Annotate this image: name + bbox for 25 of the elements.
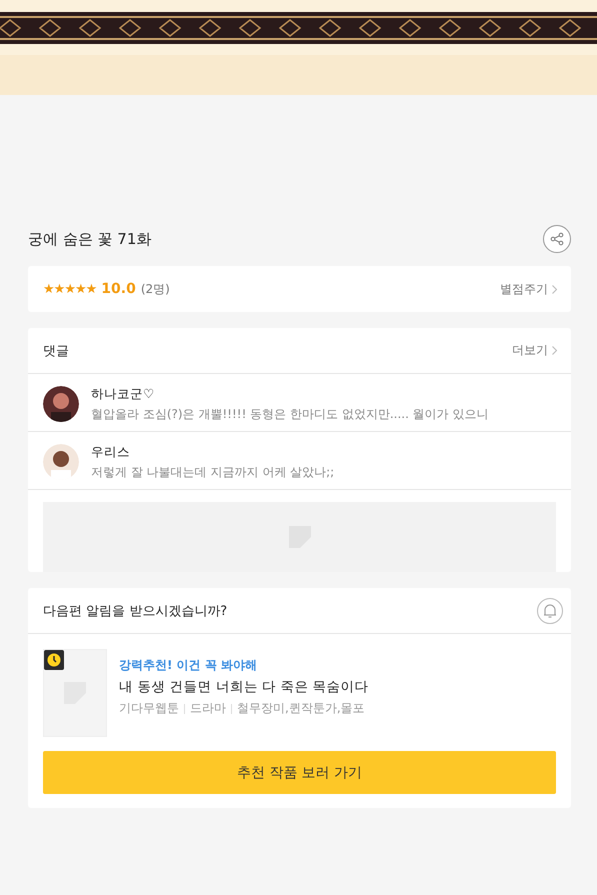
share-button[interactable] (543, 225, 571, 253)
more-link[interactable]: 더보기 (512, 342, 557, 359)
comment-text: 저렇게 잘 나불대는데 지금까지 어케 살았나;; (91, 464, 334, 481)
comment-author: 우리스 (91, 444, 131, 461)
bell-icon (542, 602, 558, 618)
share-icon (550, 232, 564, 246)
clock-icon (44, 650, 64, 670)
chevron-icon (552, 346, 557, 355)
recommend-tag: 강력추천! 이건 꼭 봐야해 (119, 657, 369, 674)
comment-author: 하나코군♡ (91, 386, 156, 403)
episode-title: 궁에 숨은 꽃 71화 (28, 230, 152, 248)
genre-label: 기다무웹툰 (119, 700, 179, 717)
rating-score: 10.0 (101, 281, 136, 297)
section-title: 댓글 (43, 342, 69, 360)
rating-count: (2명) (140, 280, 170, 298)
rate-link[interactable]: 별점주기 (500, 280, 557, 298)
chevron-icon (552, 284, 557, 294)
genre-label: 철무장미,퀸작툰가,몰포 (237, 700, 365, 717)
genre-label: 드라마 (190, 700, 226, 717)
notify-question: 다음편 알림을 받으시겠습니까? (43, 602, 228, 620)
bell-button[interactable] (537, 598, 563, 624)
comment-text: 혈압올라 조심(?)은 개뿔!!!!! 동형은 한마디도 없었지만..... 월이가 있으니 (91, 406, 489, 423)
recommend-button[interactable]: 추천 작품 보러 가기 (43, 751, 556, 794)
recommend-title: 내 동생 건들면 너희는 다 죽은 목숨이다 (119, 678, 369, 696)
star-rating: ★★★★★ (43, 282, 96, 296)
